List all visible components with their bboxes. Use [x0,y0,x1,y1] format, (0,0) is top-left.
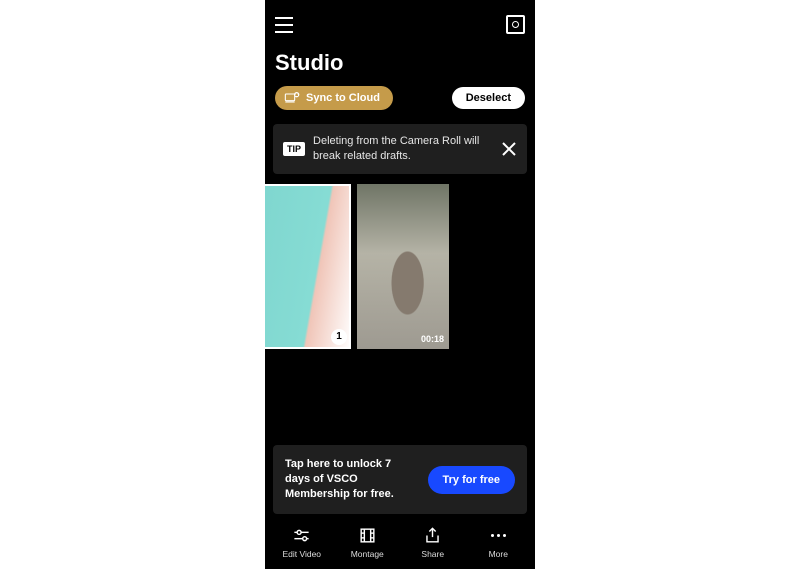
share-label: Share [421,549,444,559]
tip-banner: TIP Deleting from the Camera Roll will b… [273,124,527,174]
more-icon [491,526,506,545]
try-for-free-button[interactable]: Try for free [428,466,515,494]
tip-text: Deleting from the Camera Roll will break… [313,134,493,164]
page-title: Studio [265,42,535,86]
capture-icon[interactable] [506,15,525,34]
action-chips: Sync to Cloud Deselect [265,86,535,124]
membership-promo[interactable]: Tap here to unlock 7 days of VSCO Member… [273,445,527,514]
cloud-sync-icon [284,91,300,105]
spacer [265,349,535,446]
selection-badge: 1 [331,329,347,345]
tip-badge: TIP [283,142,305,156]
sync-label: Sync to Cloud [306,92,380,104]
montage-button[interactable]: Montage [337,526,397,559]
deselect-button[interactable]: Deselect [452,87,525,109]
more-button[interactable]: More [468,526,528,559]
promo-text: Tap here to unlock 7 days of VSCO Member… [285,457,418,502]
top-bar [265,0,535,42]
share-button[interactable]: Share [403,526,463,559]
more-label: More [489,549,508,559]
close-icon[interactable] [501,141,517,157]
menu-icon[interactable] [275,17,295,33]
edit-video-label: Edit Video [282,549,321,559]
montage-label: Montage [351,549,384,559]
app-root: Studio Sync to Cloud Deselect TIP Deleti… [265,0,535,569]
draft-thumbnail[interactable]: 00:18 [357,184,449,349]
drafts-grid: 1 00:18 [265,184,535,349]
bottom-toolbar: Edit Video Montage Share More [265,520,535,569]
draft-thumbnail[interactable]: 1 [265,184,351,349]
video-duration: 00:18 [421,334,444,344]
sliders-icon [292,526,311,545]
edit-video-button[interactable]: Edit Video [272,526,332,559]
share-icon [423,526,442,545]
sync-to-cloud-button[interactable]: Sync to Cloud [275,86,393,110]
film-icon [358,526,377,545]
